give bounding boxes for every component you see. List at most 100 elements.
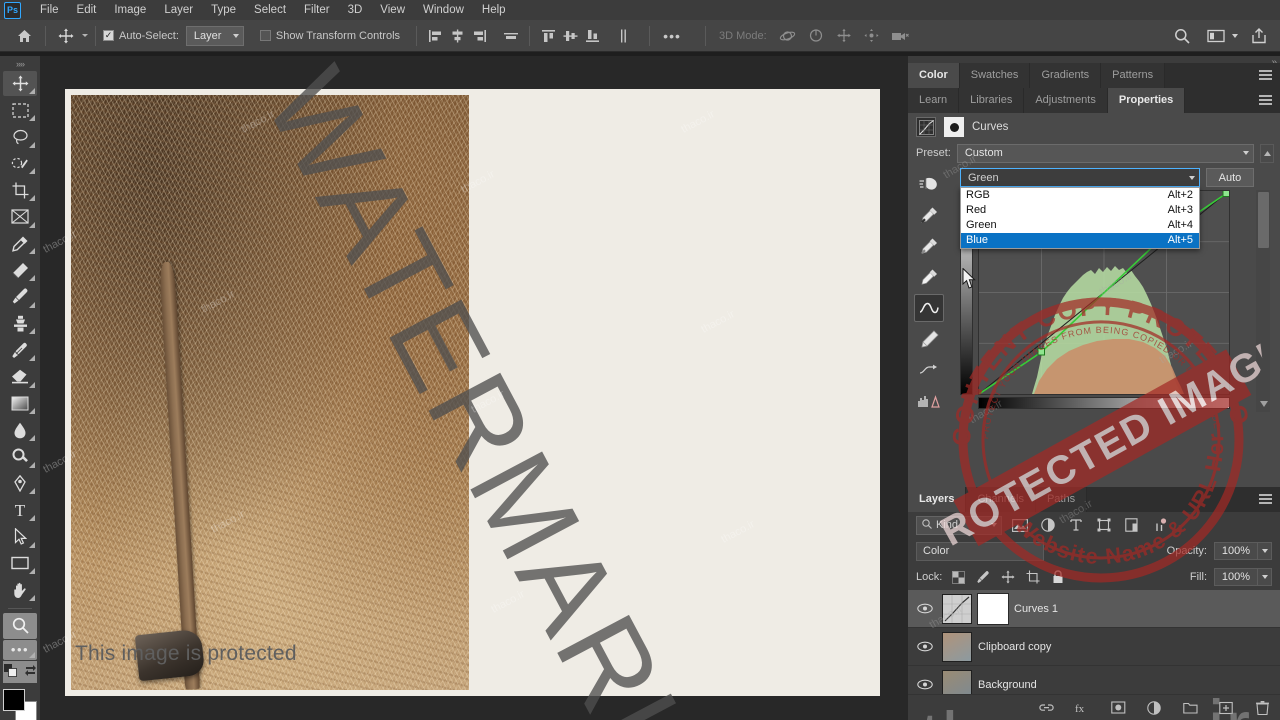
layer-mask-thumbnail[interactable] — [977, 592, 1009, 625]
tab-channels[interactable]: Channels — [966, 487, 1036, 512]
menu-type[interactable]: Type — [202, 0, 245, 20]
channel-dropdown[interactable]: Green — [960, 168, 1200, 187]
properties-panel-menu-icon[interactable] — [1259, 95, 1272, 107]
on-image-adjust-icon[interactable] — [914, 170, 944, 198]
layer-row-clipboard[interactable]: Clipboard copy — [908, 628, 1280, 666]
opacity-stepper-caret-icon[interactable] — [1258, 542, 1272, 560]
pen-tool[interactable] — [3, 471, 37, 497]
layer-mask-icon[interactable] — [944, 117, 964, 137]
menu-3d[interactable]: 3D — [339, 0, 372, 20]
spot-healing-brush-tool[interactable] — [3, 257, 37, 283]
align-right-edges-icon[interactable] — [468, 26, 490, 46]
blur-tool[interactable] — [3, 417, 37, 443]
align-horizontal-centers-icon[interactable] — [446, 26, 468, 46]
show-transform-controls-checkbox[interactable]: ✓ — [259, 30, 271, 41]
zoom-tool[interactable] — [3, 612, 37, 639]
quick-selection-tool[interactable] — [3, 151, 37, 177]
layer-row-curves[interactable]: Curves 1 — [908, 590, 1280, 628]
tab-paths[interactable]: Paths — [1035, 487, 1088, 512]
link-layers-icon[interactable] — [1036, 698, 1056, 718]
clone-stamp-tool[interactable] — [3, 311, 37, 337]
properties-scrollbar-thumb[interactable] — [1258, 192, 1269, 248]
layers-panel-menu-icon[interactable] — [1259, 494, 1272, 506]
fill-input[interactable]: 100% — [1214, 568, 1258, 586]
eyedropper-tool[interactable] — [3, 231, 37, 257]
search-icon[interactable] — [1171, 24, 1193, 48]
eraser-tool[interactable] — [3, 364, 37, 390]
workspace-chevron-down-icon[interactable] — [1232, 33, 1238, 38]
lasso-tool[interactable] — [3, 124, 37, 150]
dodge-tool[interactable] — [3, 444, 37, 470]
align-top-edges-icon[interactable] — [537, 26, 559, 46]
opacity-input[interactable]: 100% — [1214, 542, 1258, 560]
zoom-camera-3d-icon[interactable] — [889, 24, 911, 48]
lock-image-pixels-icon[interactable] — [974, 568, 992, 586]
tab-learn[interactable]: Learn — [908, 88, 960, 113]
layer-thumbnail[interactable] — [942, 631, 972, 662]
tab-adjustments[interactable]: Adjustments — [1024, 88, 1108, 113]
rectangular-marquee-tool[interactable] — [3, 97, 37, 123]
edit-points-curve-icon[interactable] — [914, 294, 944, 322]
channel-option-green[interactable]: Green Alt+4 — [961, 218, 1199, 233]
menu-layer[interactable]: Layer — [155, 0, 202, 20]
more-options-button[interactable]: ••• — [657, 24, 687, 48]
lock-artboard-nesting-icon[interactable] — [1024, 568, 1042, 586]
channel-option-rgb[interactable]: RGB Alt+2 — [961, 188, 1199, 203]
blend-mode-dropdown[interactable]: Color — [916, 541, 1044, 561]
smart-object-filter-icon[interactable] — [1121, 516, 1142, 535]
properties-scroll-down-arrow[interactable] — [1260, 398, 1268, 410]
new-adjustment-layer-icon[interactable] — [1144, 698, 1164, 718]
tab-swatches[interactable]: Swatches — [959, 63, 1031, 88]
tab-libraries[interactable]: Libraries — [959, 88, 1025, 113]
default-colors-icon[interactable] — [3, 663, 17, 680]
tab-properties[interactable]: Properties — [1107, 88, 1186, 113]
delete-layer-icon[interactable] — [1252, 698, 1272, 718]
auto-select-scope-dropdown[interactable]: Layer — [185, 25, 244, 46]
auto-button[interactable]: Auto — [1206, 168, 1254, 187]
tab-color[interactable]: Color — [908, 63, 960, 88]
menu-image[interactable]: Image — [105, 0, 155, 20]
move-tool[interactable] — [3, 70, 37, 97]
distribute-horizontally-icon[interactable] — [500, 26, 522, 46]
path-selection-tool[interactable] — [3, 524, 37, 550]
properties-scroll-up-arrow[interactable] — [1260, 143, 1274, 163]
properties-scrollbar[interactable] — [1256, 190, 1270, 412]
align-vertical-centers-icon[interactable] — [559, 26, 581, 46]
curves-display-options-icon[interactable] — [914, 387, 944, 415]
lock-transparent-pixels-icon[interactable] — [949, 568, 967, 586]
menu-edit[interactable]: Edit — [68, 0, 106, 20]
tab-patterns[interactable]: Patterns — [1101, 63, 1166, 88]
new-group-icon[interactable] — [1180, 698, 1200, 718]
layer-thumbnail[interactable] — [942, 593, 972, 624]
document-canvas[interactable]: WATERMARK thaco.ir thaco.ir thaco.ir tha… — [40, 56, 908, 720]
lock-position-icon[interactable] — [999, 568, 1017, 586]
menu-select[interactable]: Select — [245, 0, 295, 20]
auto-select-checkbox[interactable]: ✓ — [103, 30, 114, 41]
move-tool-options-caret-icon[interactable] — [82, 34, 88, 37]
color-panel-menu-icon[interactable] — [1259, 70, 1272, 82]
shape-layer-filter-icon[interactable] — [1093, 516, 1114, 535]
move-tool-icon[interactable] — [53, 24, 79, 48]
channel-dropdown-menu[interactable]: RGB Alt+2 Red Alt+3 Green Alt+4 Blue Alt… — [960, 187, 1200, 249]
crop-tool[interactable] — [3, 177, 37, 203]
brush-tool[interactable] — [3, 284, 37, 310]
edit-toolbar-button[interactable]: ••• — [3, 639, 37, 660]
share-icon[interactable] — [1248, 24, 1270, 48]
type-layer-filter-icon[interactable] — [1065, 516, 1086, 535]
tab-layers[interactable]: Layers — [908, 487, 967, 512]
layer-visibility-icon[interactable] — [914, 603, 936, 614]
adjustment-layer-filter-icon[interactable] — [1037, 516, 1058, 535]
tab-gradients[interactable]: Gradients — [1030, 63, 1102, 88]
add-layer-mask-icon[interactable] — [1108, 698, 1128, 718]
layer-filter-kind-dropdown[interactable]: Kind — [916, 515, 1002, 535]
lock-all-icon[interactable] — [1049, 568, 1067, 586]
gradient-tool[interactable] — [3, 391, 37, 417]
hand-tool[interactable] — [3, 577, 37, 603]
layer-style-icon[interactable]: fx — [1072, 698, 1092, 718]
gray-point-eyedropper-icon[interactable] — [914, 232, 944, 260]
channel-option-blue[interactable]: Blue Alt+5 — [961, 233, 1199, 248]
roll-3d-icon[interactable] — [805, 24, 827, 48]
menu-window[interactable]: Window — [414, 0, 473, 20]
distribute-vertically-icon[interactable] — [613, 26, 635, 46]
preset-dropdown[interactable]: Custom — [956, 143, 1254, 163]
